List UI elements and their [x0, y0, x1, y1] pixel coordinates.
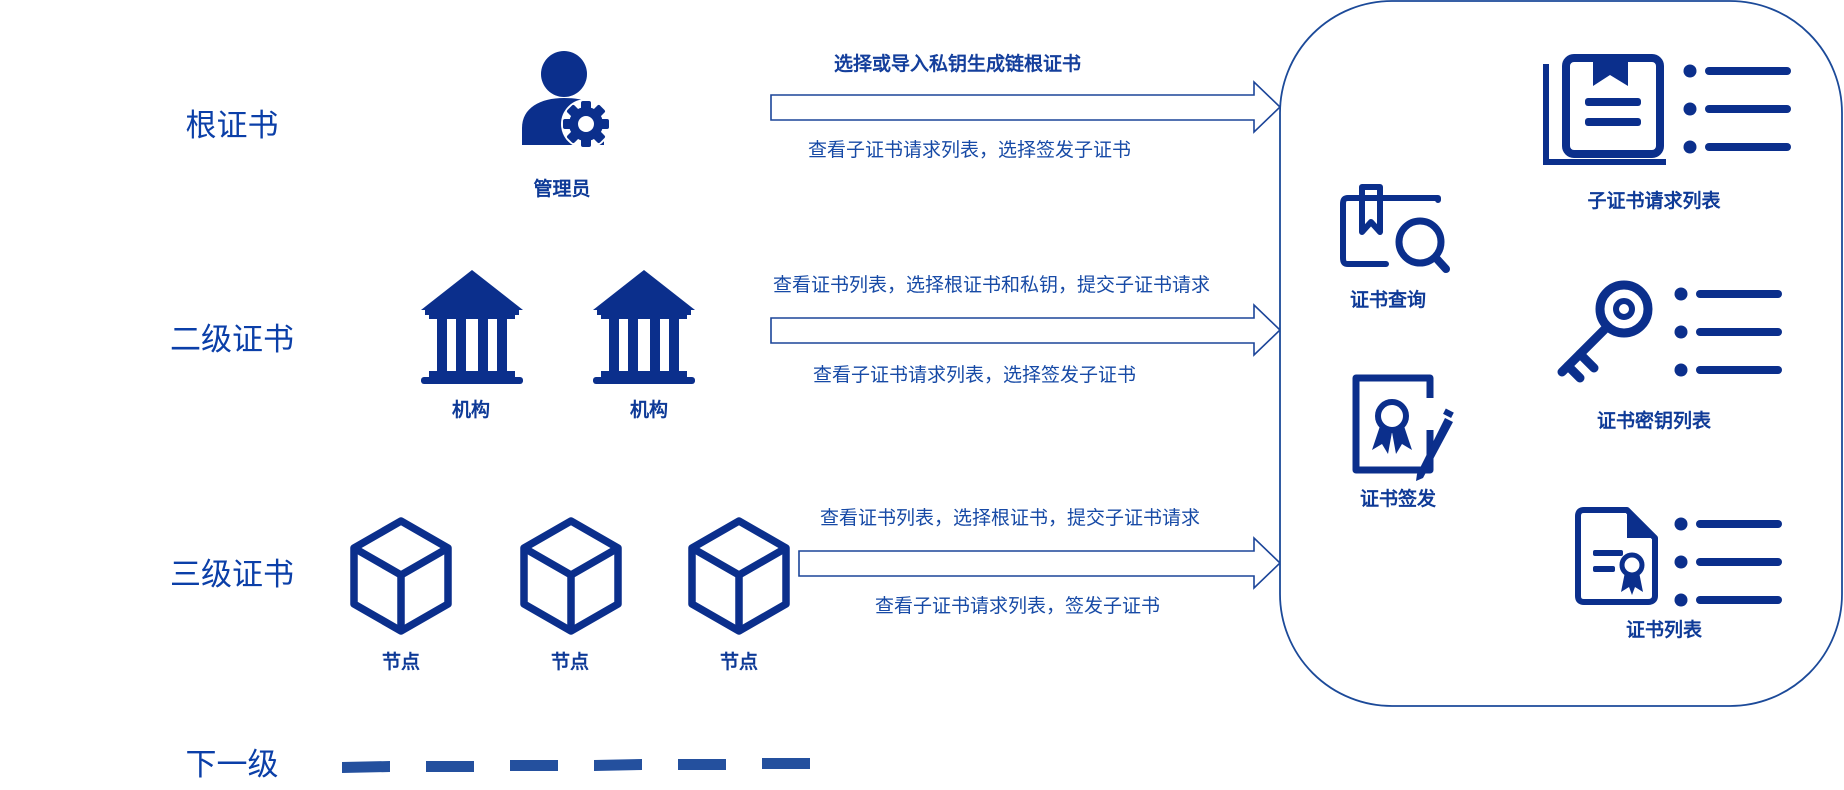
level-second-label: 二级证书 [170, 322, 294, 358]
institution-label: 机构 [452, 398, 490, 421]
root-generate-text: 选择或导入私钥生成链根证书 [834, 52, 1081, 75]
level-third-label: 三级证书 [170, 557, 294, 593]
third-request-arrow [798, 536, 1282, 590]
institution-label: 机构 [630, 398, 668, 421]
level-root-label: 根证书 [186, 108, 279, 144]
level-next-label: 下一级 [186, 747, 279, 783]
node-cube-icon [524, 521, 618, 631]
certificate-query-label: 证书查询 [1350, 288, 1426, 311]
certificate-hierarchy-diagram: 根证书 二级证书 三级证书 下一级 管理员 机构 机构 节点 节点 节点 选择或… [170, 0, 1843, 783]
next-level-dashed-line [342, 758, 810, 773]
root-issue-text: 查看子证书请求列表，选择签发子证书 [808, 139, 1131, 161]
third-request-text: 查看证书列表，选择根证书，提交子证书请求 [820, 507, 1200, 529]
node-label: 节点 [720, 651, 758, 673]
node-label: 节点 [382, 651, 420, 673]
node-cube-icon [692, 521, 786, 631]
institution-icon [421, 270, 523, 384]
third-issue-text: 查看子证书请求列表，签发子证书 [875, 595, 1160, 617]
key-list-label: 证书密钥列表 [1597, 409, 1712, 432]
second-request-arrow [770, 303, 1282, 357]
second-issue-text: 查看子证书请求列表，选择签发子证书 [813, 364, 1136, 386]
certificate-issue-label: 证书签发 [1360, 487, 1437, 510]
second-request-text: 查看证书列表，选择根证书和私钥，提交子证书请求 [773, 274, 1210, 296]
request-list-label: 子证书请求列表 [1587, 189, 1721, 212]
certificate-list-label: 证书列表 [1626, 618, 1703, 641]
admin-label: 管理员 [533, 177, 590, 200]
root-request-arrow [770, 80, 1282, 134]
node-label: 节点 [551, 651, 589, 673]
node-cube-icon [354, 521, 448, 631]
institution-icon [593, 270, 695, 384]
admin-gear-icon [522, 51, 611, 149]
